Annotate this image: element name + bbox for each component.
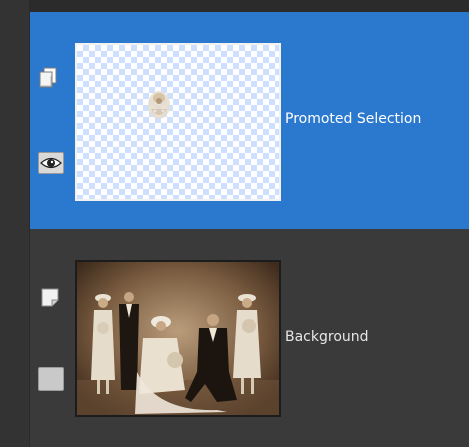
raster-layer-icon[interactable]	[38, 67, 58, 88]
visibility-toggle-icon[interactable]	[38, 367, 64, 391]
layer-name[interactable]: Background	[285, 329, 369, 345]
layer-row-background[interactable]: Background	[30, 229, 469, 447]
layer-thumbnail-background[interactable]	[75, 260, 281, 417]
eye-icon[interactable]	[38, 152, 64, 174]
layer-thumbnail-promoted-selection[interactable]	[75, 43, 281, 201]
layer-row-promoted-selection[interactable]: Promoted Selection	[30, 12, 469, 229]
panel-top-edge	[0, 0, 469, 12]
layer-name[interactable]: Promoted Selection	[285, 111, 421, 127]
background-layer-icon[interactable]	[40, 286, 60, 307]
panel-left-gutter	[0, 0, 30, 447]
